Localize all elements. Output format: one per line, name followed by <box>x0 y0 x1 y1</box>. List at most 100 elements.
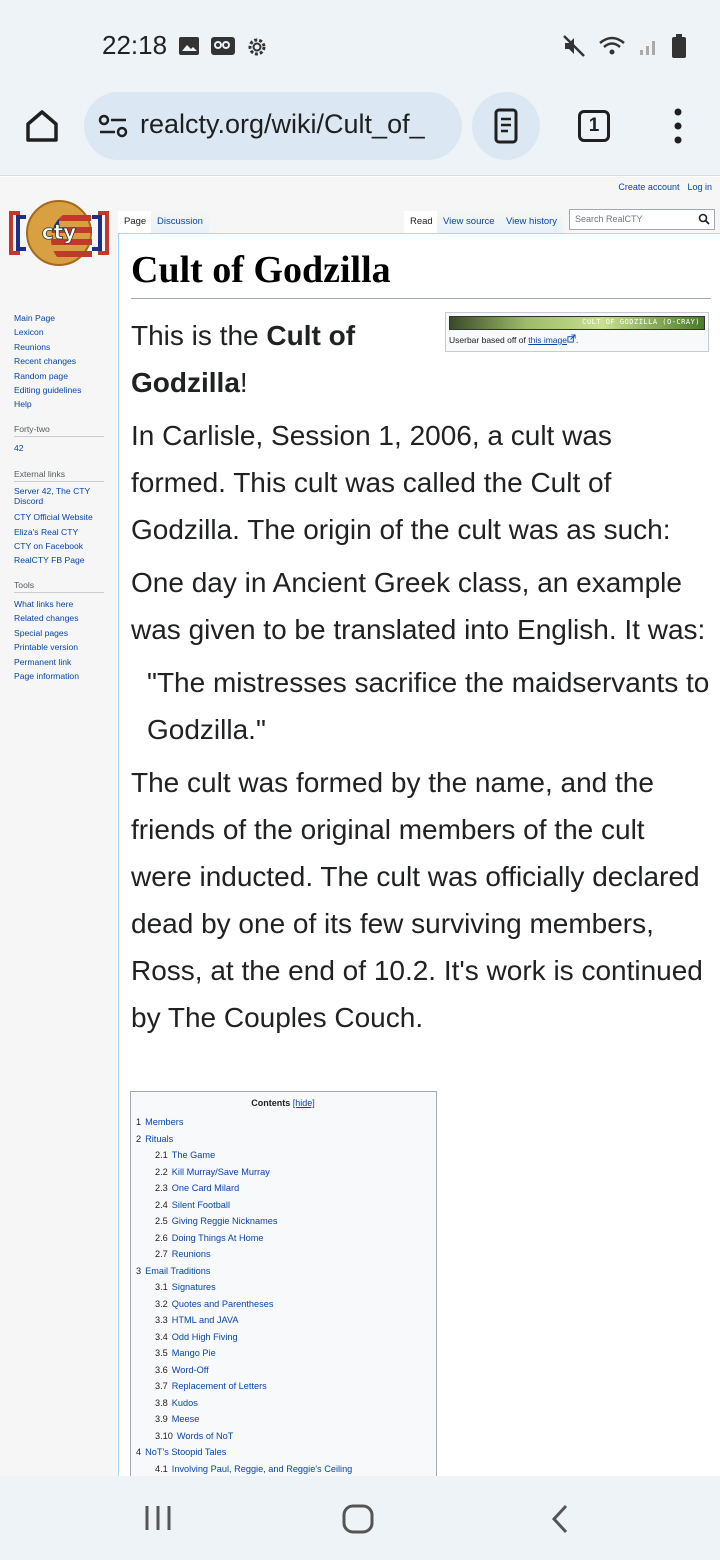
sidebar-item-elizas-real-cty[interactable]: Eliza's Real CTY <box>14 525 104 539</box>
sidebar-item-lexicon[interactable]: Lexicon <box>14 325 104 339</box>
sidebar-item-cty-facebook[interactable]: CTY on Facebook <box>14 539 104 553</box>
wiki-page: Create account Log in cty Main Page Lexi… <box>0 177 720 1476</box>
realcty-logo[interactable]: cty <box>6 197 112 269</box>
tab-switcher-button[interactable]: 1 <box>578 110 610 142</box>
toc-item-label[interactable]: Kill Murray/Save Murray <box>172 1167 270 1177</box>
paragraph-origin: In Carlisle, Session 1, 2006, a cult was… <box>131 420 671 545</box>
toc-item-number: 4 <box>136 1447 142 1457</box>
recent-apps-icon[interactable] <box>144 1504 172 1532</box>
sidebar-item-server-42[interactable]: Server 42, The CTY Discord <box>14 486 104 506</box>
toc-item-label[interactable]: Mango Pie <box>172 1348 216 1358</box>
toc-item-label[interactable]: Silent Football <box>172 1200 230 1210</box>
sidebar-item-printable-version[interactable]: Printable version <box>14 640 104 654</box>
toc-item[interactable]: 3.10 Words of NoT <box>136 1428 430 1445</box>
sidebar-item-42[interactable]: 42 <box>14 441 104 455</box>
toc-item[interactable]: 3.3 HTML and JAVA <box>136 1312 430 1329</box>
sidebar-heading-tools: Tools <box>14 580 104 593</box>
wifi-icon <box>599 36 625 55</box>
sidebar-item-reunions[interactable]: Reunions <box>14 340 104 354</box>
article-body: This is the Cult of Godzilla! In Carlisl… <box>131 312 713 1047</box>
toc-item-label[interactable]: Kudos <box>172 1398 198 1408</box>
sidebar-item-page-information[interactable]: Page information <box>14 669 104 683</box>
search-icon[interactable] <box>698 213 710 225</box>
toc-item-label[interactable]: Involving Paul, Reggie, and Reggie's Cei… <box>172 1464 353 1474</box>
toc-item-label[interactable]: Odd High Fiving <box>172 1332 238 1342</box>
battery-icon <box>672 34 686 58</box>
sidebar: Main Page Lexicon Reunions Recent change… <box>14 311 104 683</box>
sidebar-item-random-page[interactable]: Random page <box>14 369 104 383</box>
reader-mode-button[interactable] <box>472 92 540 160</box>
toc-item-label[interactable]: Members <box>145 1117 183 1127</box>
toc-item[interactable]: 3.8 Kudos <box>136 1395 430 1412</box>
toc-item[interactable]: 3 Email Traditions <box>136 1263 430 1280</box>
toc-item[interactable]: 1 Members <box>136 1114 430 1131</box>
toc-item-label[interactable]: Giving Reggie Nicknames <box>172 1216 278 1226</box>
toc-item-label[interactable]: Word-Off <box>172 1365 209 1375</box>
search-input[interactable]: Search RealCTY <box>569 209 715 230</box>
sidebar-item-what-links-here[interactable]: What links here <box>14 597 104 611</box>
sidebar-item-help[interactable]: Help <box>14 397 104 411</box>
toc-item[interactable]: 3.6 Word-Off <box>136 1362 430 1379</box>
toc-item[interactable]: 2.3 One Card Milard <box>136 1180 430 1197</box>
toc-item[interactable]: 2.1 The Game <box>136 1147 430 1164</box>
page-title: Cult of Godzilla <box>131 248 711 299</box>
toc-item-label[interactable]: NoT's Stoopid Tales <box>145 1447 226 1457</box>
log-in-link[interactable]: Log in <box>687 182 712 192</box>
toc-item-label[interactable]: Reunions <box>172 1249 211 1259</box>
toc-item-label[interactable]: One Card Milard <box>172 1183 239 1193</box>
create-account-link[interactable]: Create account <box>618 182 679 192</box>
tune-icon[interactable] <box>98 112 128 140</box>
sidebar-item-related-changes[interactable]: Related changes <box>14 611 104 625</box>
toc-item[interactable]: 2.5 Giving Reggie Nicknames <box>136 1213 430 1230</box>
toc-item[interactable]: 3.2 Quotes and Parentheses <box>136 1296 430 1313</box>
toc-item-label[interactable]: Quotes and Parentheses <box>172 1299 274 1309</box>
toc-item[interactable]: 3.1 Signatures <box>136 1279 430 1296</box>
toc-item-label[interactable]: Doing Things At Home <box>172 1233 264 1243</box>
toc-item[interactable]: 3.9 Meese <box>136 1411 430 1428</box>
toc-item[interactable]: 2 Rituals <box>136 1131 430 1148</box>
toc-item[interactable]: 2.4 Silent Football <box>136 1197 430 1214</box>
toc-item[interactable]: 3.4 Odd High Fiving <box>136 1329 430 1346</box>
sidebar-item-main-page[interactable]: Main Page <box>14 311 104 325</box>
back-icon[interactable] <box>550 1504 570 1534</box>
toc-item-label[interactable]: Meese <box>172 1414 200 1424</box>
settings-gear-icon <box>248 38 266 56</box>
tab-discussion[interactable]: Discussion <box>151 211 209 233</box>
toc-item-label[interactable]: Rituals <box>145 1134 173 1144</box>
tab-view-source[interactable]: View source <box>437 211 501 233</box>
toc-item-number: 3.3 <box>155 1315 168 1325</box>
sidebar-heading-forty-two: Forty-two <box>14 424 104 437</box>
more-vert-icon[interactable] <box>668 106 688 146</box>
toc-item-number: 2.2 <box>155 1166 168 1177</box>
toc-item[interactable]: 4 NoT's Stoopid Tales <box>136 1444 430 1461</box>
tab-page[interactable]: Page <box>118 211 153 233</box>
toc-item-label[interactable]: Replacement of Letters <box>172 1381 267 1391</box>
url-text[interactable]: realcty.org/wiki/Cult_of_ <box>140 109 456 140</box>
toc-item-number: 3.5 <box>155 1348 168 1358</box>
toc-item[interactable]: 4.1 Involving Paul, Reggie, and Reggie's … <box>136 1461 430 1477</box>
sidebar-item-permanent-link[interactable]: Permanent link <box>14 655 104 669</box>
voicemail-icon <box>211 37 235 55</box>
toc-item-label[interactable]: Email Traditions <box>145 1266 210 1276</box>
toc-item[interactable]: 2.2 Kill Murray/Save Murray <box>136 1164 430 1181</box>
personal-tools: Create account Log in <box>618 182 712 192</box>
url-bar[interactable]: realcty.org/wiki/Cult_of_ <box>84 92 462 160</box>
toc-item-label[interactable]: Signatures <box>172 1282 216 1292</box>
sidebar-item-realcty-fb[interactable]: RealCTY FB Page <box>14 553 104 567</box>
toc-item[interactable]: 3.7 Replacement of Letters <box>136 1378 430 1395</box>
sidebar-item-cty-official[interactable]: CTY Official Website <box>14 510 104 524</box>
toc-item-label[interactable]: HTML and JAVA <box>172 1315 239 1325</box>
home-icon[interactable] <box>22 106 62 146</box>
toc-item[interactable]: 3.5 Mango Pie <box>136 1345 430 1362</box>
sidebar-item-special-pages[interactable]: Special pages <box>14 626 104 640</box>
toc-item[interactable]: 2.7 Reunions <box>136 1246 430 1263</box>
tab-read[interactable]: Read <box>404 211 439 233</box>
toc-item-label[interactable]: Words of NoT <box>177 1431 234 1441</box>
tab-view-history[interactable]: View history <box>500 211 564 233</box>
toc-hide-toggle[interactable]: [hide] <box>293 1098 315 1108</box>
sidebar-item-editing-guidelines[interactable]: Editing guidelines <box>14 383 104 397</box>
toc-item-label[interactable]: The Game <box>172 1150 215 1160</box>
home-nav-icon[interactable] <box>342 1504 374 1534</box>
toc-item[interactable]: 2.6 Doing Things At Home <box>136 1230 430 1247</box>
sidebar-item-recent-changes[interactable]: Recent changes <box>14 354 104 368</box>
